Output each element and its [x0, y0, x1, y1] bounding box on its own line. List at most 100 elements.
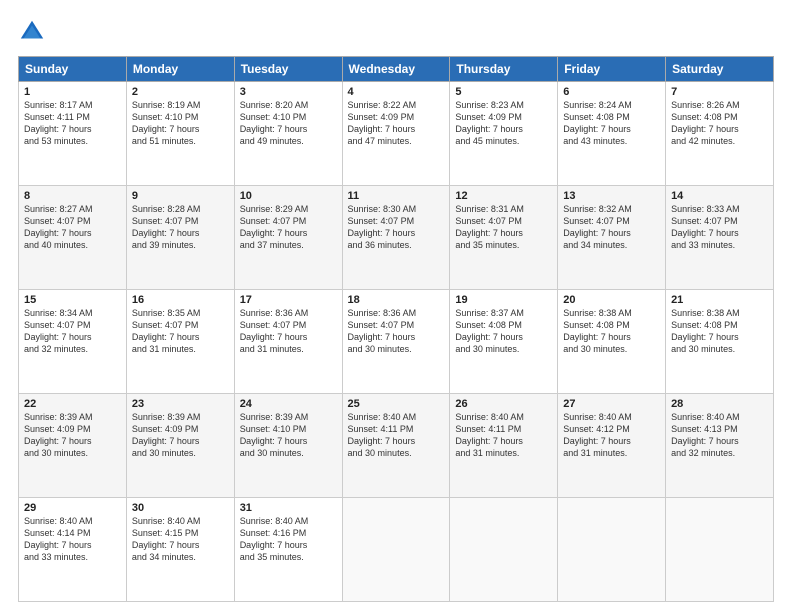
calendar-cell: 28Sunrise: 8:40 AMSunset: 4:13 PMDayligh…	[666, 394, 774, 498]
day-number: 10	[240, 190, 337, 202]
day-number: 1	[24, 86, 121, 98]
calendar-cell: 17Sunrise: 8:36 AMSunset: 4:07 PMDayligh…	[234, 290, 342, 394]
day-number: 6	[563, 86, 660, 98]
calendar-week-2: 8Sunrise: 8:27 AMSunset: 4:07 PMDaylight…	[19, 186, 774, 290]
day-number: 29	[24, 502, 121, 514]
day-number: 9	[132, 190, 229, 202]
day-number: 21	[671, 294, 768, 306]
calendar-cell: 7Sunrise: 8:26 AMSunset: 4:08 PMDaylight…	[666, 82, 774, 186]
cell-info: Sunrise: 8:39 AMSunset: 4:09 PMDaylight:…	[132, 411, 229, 460]
calendar-cell: 10Sunrise: 8:29 AMSunset: 4:07 PMDayligh…	[234, 186, 342, 290]
calendar-cell: 5Sunrise: 8:23 AMSunset: 4:09 PMDaylight…	[450, 82, 558, 186]
cell-info: Sunrise: 8:40 AMSunset: 4:11 PMDaylight:…	[348, 411, 445, 460]
day-number: 13	[563, 190, 660, 202]
day-number: 27	[563, 398, 660, 410]
cell-info: Sunrise: 8:28 AMSunset: 4:07 PMDaylight:…	[132, 203, 229, 252]
calendar-cell: 31Sunrise: 8:40 AMSunset: 4:16 PMDayligh…	[234, 498, 342, 602]
cell-info: Sunrise: 8:40 AMSunset: 4:13 PMDaylight:…	[671, 411, 768, 460]
cell-info: Sunrise: 8:36 AMSunset: 4:07 PMDaylight:…	[240, 307, 337, 356]
day-number: 31	[240, 502, 337, 514]
cell-info: Sunrise: 8:40 AMSunset: 4:12 PMDaylight:…	[563, 411, 660, 460]
calendar-cell: 24Sunrise: 8:39 AMSunset: 4:10 PMDayligh…	[234, 394, 342, 498]
cell-info: Sunrise: 8:20 AMSunset: 4:10 PMDaylight:…	[240, 99, 337, 148]
calendar-cell: 16Sunrise: 8:35 AMSunset: 4:07 PMDayligh…	[126, 290, 234, 394]
calendar-cell: 1Sunrise: 8:17 AMSunset: 4:11 PMDaylight…	[19, 82, 127, 186]
logo-icon	[18, 18, 46, 46]
calendar-cell: 4Sunrise: 8:22 AMSunset: 4:09 PMDaylight…	[342, 82, 450, 186]
calendar-cell: 9Sunrise: 8:28 AMSunset: 4:07 PMDaylight…	[126, 186, 234, 290]
calendar-cell	[558, 498, 666, 602]
calendar-cell	[666, 498, 774, 602]
calendar-week-3: 15Sunrise: 8:34 AMSunset: 4:07 PMDayligh…	[19, 290, 774, 394]
calendar-cell: 21Sunrise: 8:38 AMSunset: 4:08 PMDayligh…	[666, 290, 774, 394]
cell-info: Sunrise: 8:32 AMSunset: 4:07 PMDaylight:…	[563, 203, 660, 252]
calendar-week-1: 1Sunrise: 8:17 AMSunset: 4:11 PMDaylight…	[19, 82, 774, 186]
day-header-thursday: Thursday	[450, 57, 558, 82]
day-number: 15	[24, 294, 121, 306]
calendar-cell: 19Sunrise: 8:37 AMSunset: 4:08 PMDayligh…	[450, 290, 558, 394]
cell-info: Sunrise: 8:30 AMSunset: 4:07 PMDaylight:…	[348, 203, 445, 252]
day-header-monday: Monday	[126, 57, 234, 82]
day-header-wednesday: Wednesday	[342, 57, 450, 82]
day-number: 2	[132, 86, 229, 98]
day-number: 5	[455, 86, 552, 98]
calendar-week-5: 29Sunrise: 8:40 AMSunset: 4:14 PMDayligh…	[19, 498, 774, 602]
day-number: 14	[671, 190, 768, 202]
calendar-cell: 14Sunrise: 8:33 AMSunset: 4:07 PMDayligh…	[666, 186, 774, 290]
day-number: 26	[455, 398, 552, 410]
calendar-cell: 26Sunrise: 8:40 AMSunset: 4:11 PMDayligh…	[450, 394, 558, 498]
day-number: 11	[348, 190, 445, 202]
calendar-cell: 20Sunrise: 8:38 AMSunset: 4:08 PMDayligh…	[558, 290, 666, 394]
calendar-cell: 6Sunrise: 8:24 AMSunset: 4:08 PMDaylight…	[558, 82, 666, 186]
cell-info: Sunrise: 8:37 AMSunset: 4:08 PMDaylight:…	[455, 307, 552, 356]
calendar-cell: 13Sunrise: 8:32 AMSunset: 4:07 PMDayligh…	[558, 186, 666, 290]
calendar-cell: 12Sunrise: 8:31 AMSunset: 4:07 PMDayligh…	[450, 186, 558, 290]
calendar-table: SundayMondayTuesdayWednesdayThursdayFrid…	[18, 56, 774, 602]
calendar-header-row: SundayMondayTuesdayWednesdayThursdayFrid…	[19, 57, 774, 82]
calendar-cell: 29Sunrise: 8:40 AMSunset: 4:14 PMDayligh…	[19, 498, 127, 602]
cell-info: Sunrise: 8:36 AMSunset: 4:07 PMDaylight:…	[348, 307, 445, 356]
day-number: 24	[240, 398, 337, 410]
day-number: 20	[563, 294, 660, 306]
day-number: 22	[24, 398, 121, 410]
cell-info: Sunrise: 8:33 AMSunset: 4:07 PMDaylight:…	[671, 203, 768, 252]
header	[18, 18, 774, 46]
cell-info: Sunrise: 8:38 AMSunset: 4:08 PMDaylight:…	[563, 307, 660, 356]
calendar-cell	[450, 498, 558, 602]
cell-info: Sunrise: 8:38 AMSunset: 4:08 PMDaylight:…	[671, 307, 768, 356]
day-number: 30	[132, 502, 229, 514]
cell-info: Sunrise: 8:39 AMSunset: 4:10 PMDaylight:…	[240, 411, 337, 460]
calendar-cell: 11Sunrise: 8:30 AMSunset: 4:07 PMDayligh…	[342, 186, 450, 290]
logo	[18, 18, 50, 46]
cell-info: Sunrise: 8:23 AMSunset: 4:09 PMDaylight:…	[455, 99, 552, 148]
day-number: 8	[24, 190, 121, 202]
day-number: 17	[240, 294, 337, 306]
day-header-friday: Friday	[558, 57, 666, 82]
day-number: 23	[132, 398, 229, 410]
cell-info: Sunrise: 8:40 AMSunset: 4:11 PMDaylight:…	[455, 411, 552, 460]
cell-info: Sunrise: 8:40 AMSunset: 4:15 PMDaylight:…	[132, 515, 229, 564]
day-number: 3	[240, 86, 337, 98]
calendar-cell: 3Sunrise: 8:20 AMSunset: 4:10 PMDaylight…	[234, 82, 342, 186]
calendar-cell: 27Sunrise: 8:40 AMSunset: 4:12 PMDayligh…	[558, 394, 666, 498]
cell-info: Sunrise: 8:40 AMSunset: 4:14 PMDaylight:…	[24, 515, 121, 564]
calendar-cell: 18Sunrise: 8:36 AMSunset: 4:07 PMDayligh…	[342, 290, 450, 394]
calendar-cell	[342, 498, 450, 602]
calendar-cell: 8Sunrise: 8:27 AMSunset: 4:07 PMDaylight…	[19, 186, 127, 290]
day-number: 28	[671, 398, 768, 410]
day-number: 16	[132, 294, 229, 306]
calendar-cell: 30Sunrise: 8:40 AMSunset: 4:15 PMDayligh…	[126, 498, 234, 602]
cell-info: Sunrise: 8:29 AMSunset: 4:07 PMDaylight:…	[240, 203, 337, 252]
day-number: 7	[671, 86, 768, 98]
day-number: 18	[348, 294, 445, 306]
cell-info: Sunrise: 8:39 AMSunset: 4:09 PMDaylight:…	[24, 411, 121, 460]
day-number: 19	[455, 294, 552, 306]
cell-info: Sunrise: 8:26 AMSunset: 4:08 PMDaylight:…	[671, 99, 768, 148]
day-number: 25	[348, 398, 445, 410]
cell-info: Sunrise: 8:40 AMSunset: 4:16 PMDaylight:…	[240, 515, 337, 564]
cell-info: Sunrise: 8:22 AMSunset: 4:09 PMDaylight:…	[348, 99, 445, 148]
day-header-tuesday: Tuesday	[234, 57, 342, 82]
day-number: 12	[455, 190, 552, 202]
cell-info: Sunrise: 8:24 AMSunset: 4:08 PMDaylight:…	[563, 99, 660, 148]
page: SundayMondayTuesdayWednesdayThursdayFrid…	[0, 0, 792, 612]
